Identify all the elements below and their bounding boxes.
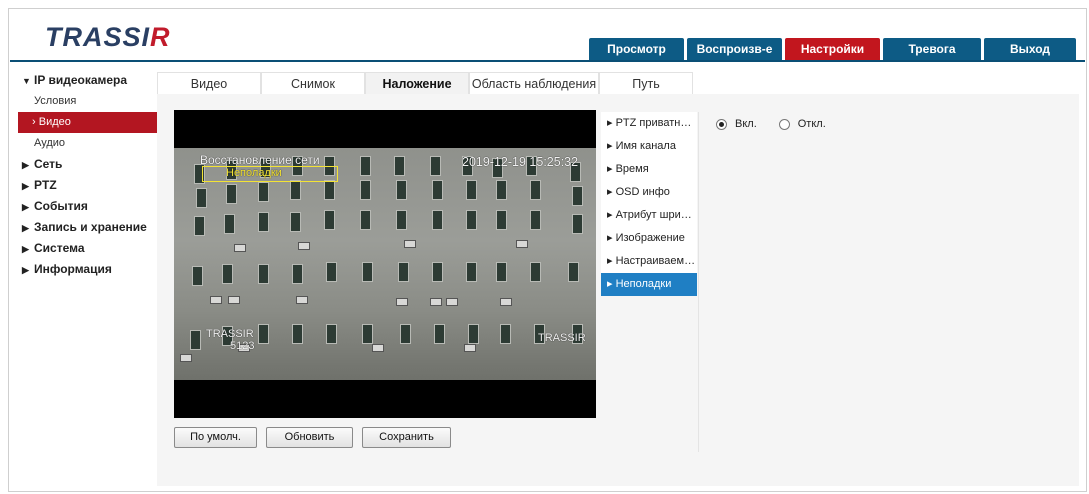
sidebar-item-audio[interactable]: Аудио	[18, 133, 158, 154]
refresh-button[interactable]: Обновить	[266, 427, 353, 448]
enable-options: Вкл. Откл.	[716, 118, 844, 130]
subtabs: Видео Снимок Наложение Область наблюдени…	[157, 72, 693, 94]
osd-menu: ▸ PTZ приватн… ▸ Имя канала ▸ Время ▸ OS…	[601, 112, 697, 296]
osd-item-ptz-privacy[interactable]: ▸ PTZ приватн…	[601, 112, 697, 135]
osd-item-image[interactable]: ▸ Изображение	[601, 227, 697, 250]
action-buttons: По умолч. Обновить Сохранить	[174, 427, 451, 448]
menu-divider	[698, 112, 699, 452]
radio-on-label: Вкл.	[735, 118, 757, 130]
sidebar-group-ptz[interactable]: ▶ PTZ	[18, 175, 158, 196]
radio-off-label: Откл.	[797, 118, 826, 130]
sidebar-group-system[interactable]: ▶ Система	[18, 238, 158, 259]
triangle-right-icon: ▶	[22, 223, 29, 233]
sidebar-group-info[interactable]: ▶ Информация	[18, 259, 158, 280]
caret-right-icon: ▸	[607, 117, 616, 129]
sidebar-item-video[interactable]: › Видео	[18, 112, 158, 133]
nav-tab-settings[interactable]: Настройки	[785, 38, 880, 60]
save-button[interactable]: Сохранить	[362, 427, 451, 448]
triangle-right-icon: ▶	[22, 160, 29, 170]
tab-video[interactable]: Видео	[157, 72, 261, 94]
sidebar-group-recording[interactable]: ▶ Запись и хранение	[18, 217, 158, 238]
caret-right-icon: ▸	[607, 163, 616, 175]
triangle-right-icon: ▶	[22, 265, 29, 275]
default-button[interactable]: По умолч.	[174, 427, 257, 448]
sidebar-group-ip-camera[interactable]: ▼ IP видеокамера	[18, 70, 158, 91]
nav-tab-logout[interactable]: Выход	[984, 38, 1076, 60]
radio-off[interactable]	[778, 118, 790, 130]
nav-tab-playback[interactable]: Воспроизв-е	[687, 38, 782, 60]
watermark-left: TRASSIR	[206, 328, 254, 340]
tab-snapshot[interactable]: Снимок	[261, 72, 365, 94]
triangle-down-icon: ▼	[22, 76, 31, 86]
video-preview[interactable]: Восстановление сети Неполадки 2019-12-19…	[174, 110, 596, 418]
tab-path[interactable]: Путь	[599, 72, 693, 94]
header-divider	[10, 60, 1085, 62]
sidebar-item-conditions[interactable]: Условия	[18, 91, 158, 112]
osd-item-osd-info[interactable]: ▸ OSD инфо	[601, 181, 697, 204]
caret-right-icon: ▸	[607, 232, 616, 244]
nav-tab-alarm[interactable]: Тревога	[883, 38, 981, 60]
trouble-overlay-text: Неполадки	[226, 167, 282, 179]
caret-right-icon: ▸	[607, 255, 616, 267]
osd-item-troubles[interactable]: ▸ Неполадки	[601, 273, 697, 296]
top-navigation: Просмотр Воспроизв-е Настройки Тревога В…	[589, 38, 1076, 60]
caret-right-icon: ▸	[607, 278, 616, 290]
tab-overlay[interactable]: Наложение	[365, 72, 469, 94]
watermark-left-sub: 5123	[230, 340, 255, 352]
sidebar-group-network[interactable]: ▶ Сеть	[18, 154, 158, 175]
radio-on[interactable]	[716, 118, 727, 130]
chevron-right-icon: ›	[32, 116, 39, 128]
triangle-right-icon: ▶	[22, 244, 29, 254]
tab-observation-area[interactable]: Область наблюдения	[469, 72, 599, 94]
sidebar: ▼ IP видеокамера Условия › Видео Аудио ▶ С…	[18, 70, 158, 280]
sidebar-group-events[interactable]: ▶ События	[18, 196, 158, 217]
caret-right-icon: ▸	[607, 140, 616, 152]
triangle-right-icon: ▶	[22, 202, 29, 212]
triangle-right-icon: ▶	[22, 181, 29, 191]
nav-tab-live[interactable]: Просмотр	[589, 38, 684, 60]
network-recovery-overlay: Восстановление сети	[200, 153, 320, 167]
osd-item-time[interactable]: ▸ Время	[601, 158, 697, 181]
caret-right-icon: ▸	[607, 209, 616, 221]
datetime-overlay: 2019-12-19 15:25:32	[462, 155, 579, 169]
caret-right-icon: ▸	[607, 186, 616, 198]
trassir-logo: TRASSIR	[45, 22, 171, 52]
osd-item-font-attribute[interactable]: ▸ Атрибут шри…	[601, 204, 697, 227]
osd-item-channel-name[interactable]: ▸ Имя канала	[601, 135, 697, 158]
osd-item-custom[interactable]: ▸ Настраиваем…	[601, 250, 697, 273]
watermark-right: TRASSIR	[538, 332, 586, 344]
